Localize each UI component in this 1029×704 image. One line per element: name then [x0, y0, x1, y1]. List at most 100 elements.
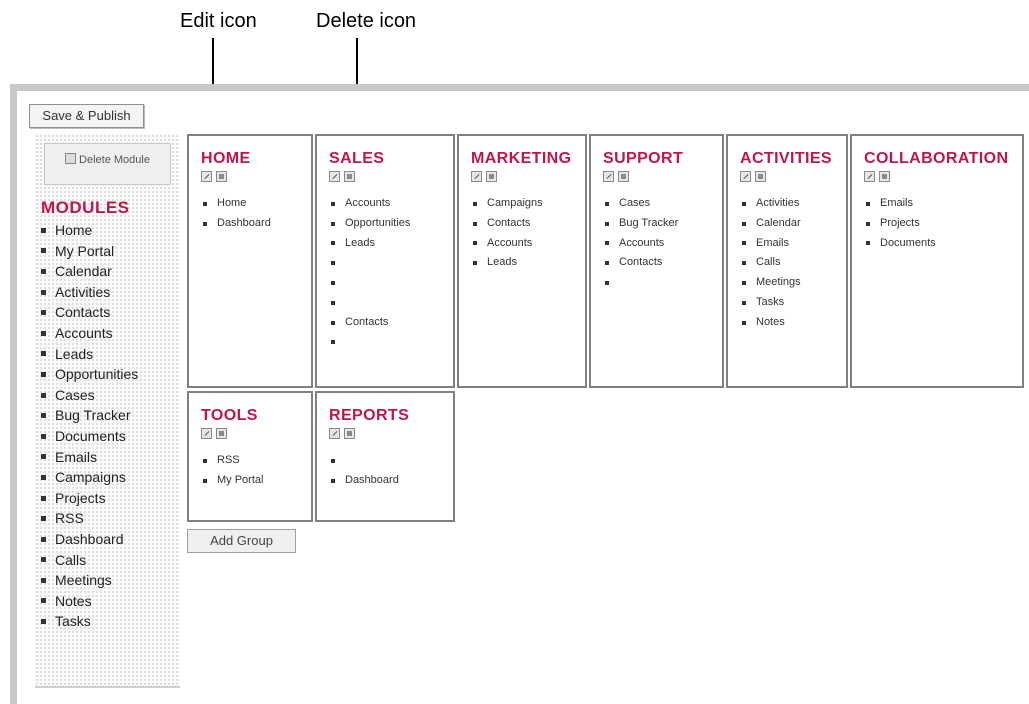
- group-sales[interactable]: SALES Accounts Opportunities Leads Contacts: [315, 134, 455, 388]
- bullet-icon: [41, 310, 46, 316]
- group-home[interactable]: HOME Home Dashboard: [187, 134, 313, 388]
- module-item[interactable]: Calls: [41, 550, 138, 571]
- edit-icon[interactable]: [201, 171, 212, 182]
- module-item[interactable]: Meetings: [41, 570, 138, 591]
- bullet-icon: [742, 281, 746, 286]
- module-item[interactable]: Dashboard: [41, 529, 138, 550]
- edit-icon[interactable]: [201, 428, 212, 439]
- bullet-icon: [331, 478, 335, 483]
- group-item[interactable]: Calendar: [742, 214, 801, 234]
- edit-icon[interactable]: [864, 171, 875, 182]
- module-item[interactable]: Activities: [41, 282, 138, 303]
- module-item[interactable]: Notes: [41, 591, 138, 612]
- edit-icon[interactable]: [471, 171, 482, 182]
- bullet-icon: [41, 330, 46, 336]
- group-item[interactable]: Leads: [473, 253, 543, 273]
- edit-icon[interactable]: [603, 171, 614, 182]
- group-item-list: RSS My Portal: [203, 451, 263, 491]
- group-reports[interactable]: REPORTS Dashboard: [315, 391, 455, 522]
- group-item-label: Projects: [880, 216, 920, 229]
- bullet-icon: [473, 221, 477, 226]
- group-item[interactable]: [331, 273, 410, 293]
- group-item[interactable]: Accounts: [473, 234, 543, 254]
- group-title: COLLABORATION: [864, 150, 1009, 167]
- module-item[interactable]: Tasks: [41, 611, 138, 632]
- module-item[interactable]: Opportunities: [41, 364, 138, 385]
- group-item[interactable]: Contacts: [331, 313, 410, 333]
- group-item[interactable]: Home: [203, 194, 271, 214]
- bullet-icon: [742, 221, 746, 226]
- module-item[interactable]: Emails: [41, 447, 138, 468]
- group-item[interactable]: Notes: [742, 313, 801, 333]
- delete-icon[interactable]: [486, 171, 497, 182]
- module-item[interactable]: Documents: [41, 426, 138, 447]
- delete-icon[interactable]: [216, 428, 227, 439]
- group-item[interactable]: RSS: [203, 451, 263, 471]
- group-collaboration[interactable]: COLLABORATION Emails Projects Documents: [850, 134, 1024, 388]
- delete-icon-callout-label: Delete icon: [316, 10, 417, 32]
- save-publish-button[interactable]: Save & Publish: [29, 104, 144, 128]
- group-item[interactable]: Accounts: [605, 234, 678, 254]
- delete-icon[interactable]: [344, 171, 355, 182]
- group-item[interactable]: Projects: [866, 214, 936, 234]
- add-group-button[interactable]: Add Group: [187, 529, 296, 553]
- group-support[interactable]: SUPPORT Cases Bug Tracker Accounts Contacts: [589, 134, 724, 388]
- group-item[interactable]: Dashboard: [203, 214, 271, 234]
- group-item-list: Accounts Opportunities Leads Contacts: [331, 194, 410, 352]
- group-item[interactable]: Contacts: [473, 214, 543, 234]
- module-item[interactable]: Contacts: [41, 302, 138, 323]
- edit-icon[interactable]: [740, 171, 751, 182]
- group-item[interactable]: [331, 293, 410, 313]
- bullet-icon: [203, 201, 207, 206]
- group-item[interactable]: Calls: [742, 253, 801, 273]
- group-item[interactable]: Contacts: [605, 253, 678, 273]
- delete-icon[interactable]: [755, 171, 766, 182]
- module-item-label: RSS: [55, 510, 84, 527]
- group-item[interactable]: Emails: [866, 194, 936, 214]
- group-item[interactable]: [331, 253, 410, 273]
- module-item[interactable]: Accounts: [41, 323, 138, 344]
- group-item[interactable]: Opportunities: [331, 214, 410, 234]
- module-item[interactable]: Home: [41, 220, 138, 241]
- group-item[interactable]: Leads: [331, 234, 410, 254]
- module-item[interactable]: Leads: [41, 344, 138, 365]
- bullet-icon: [41, 557, 46, 563]
- module-item[interactable]: My Portal: [41, 241, 138, 262]
- edit-icon[interactable]: [329, 171, 340, 182]
- module-item[interactable]: Projects: [41, 488, 138, 509]
- module-item[interactable]: Cases: [41, 385, 138, 406]
- group-item[interactable]: Bug Tracker: [605, 214, 678, 234]
- module-item[interactable]: RSS: [41, 508, 138, 529]
- module-item[interactable]: Bug Tracker: [41, 405, 138, 426]
- group-item[interactable]: My Portal: [203, 471, 263, 491]
- module-item-label: Activities: [55, 283, 111, 300]
- delete-icon[interactable]: [344, 428, 355, 439]
- delete-icon[interactable]: [216, 171, 227, 182]
- module-list: Home My Portal Calendar Activities Contacts A…: [41, 220, 138, 632]
- delete-module-dropzone[interactable]: Delete Module: [44, 143, 171, 185]
- group-item[interactable]: Campaigns: [473, 194, 543, 214]
- group-item[interactable]: Documents: [866, 234, 936, 254]
- group-item[interactable]: [331, 333, 410, 353]
- group-item[interactable]: Activities: [742, 194, 801, 214]
- group-activities[interactable]: ACTIVITIES Activities Calendar Emails Calls…: [726, 134, 848, 388]
- module-item-label: Opportunities: [55, 366, 139, 383]
- delete-icon[interactable]: [879, 171, 890, 182]
- module-item[interactable]: Calendar: [41, 261, 138, 282]
- group-item[interactable]: Meetings: [742, 273, 801, 293]
- group-marketing[interactable]: MARKETING Campaigns Contacts Accounts Leads: [457, 134, 587, 388]
- group-item[interactable]: Accounts: [331, 194, 410, 214]
- delete-icon[interactable]: [618, 171, 629, 182]
- bullet-icon: [203, 458, 207, 463]
- group-item[interactable]: Tasks: [742, 293, 801, 313]
- group-item-label: Calls: [756, 256, 781, 269]
- group-item[interactable]: [605, 273, 678, 293]
- group-item[interactable]: [331, 451, 399, 471]
- edit-icon[interactable]: [329, 428, 340, 439]
- group-item[interactable]: Dashboard: [331, 471, 399, 491]
- group-tools[interactable]: TOOLS RSS My Portal: [187, 391, 313, 522]
- module-item[interactable]: Campaigns: [41, 467, 138, 488]
- group-item[interactable]: Emails: [742, 234, 801, 254]
- edit-icon-callout-label: Edit icon: [180, 10, 257, 32]
- group-item[interactable]: Cases: [605, 194, 678, 214]
